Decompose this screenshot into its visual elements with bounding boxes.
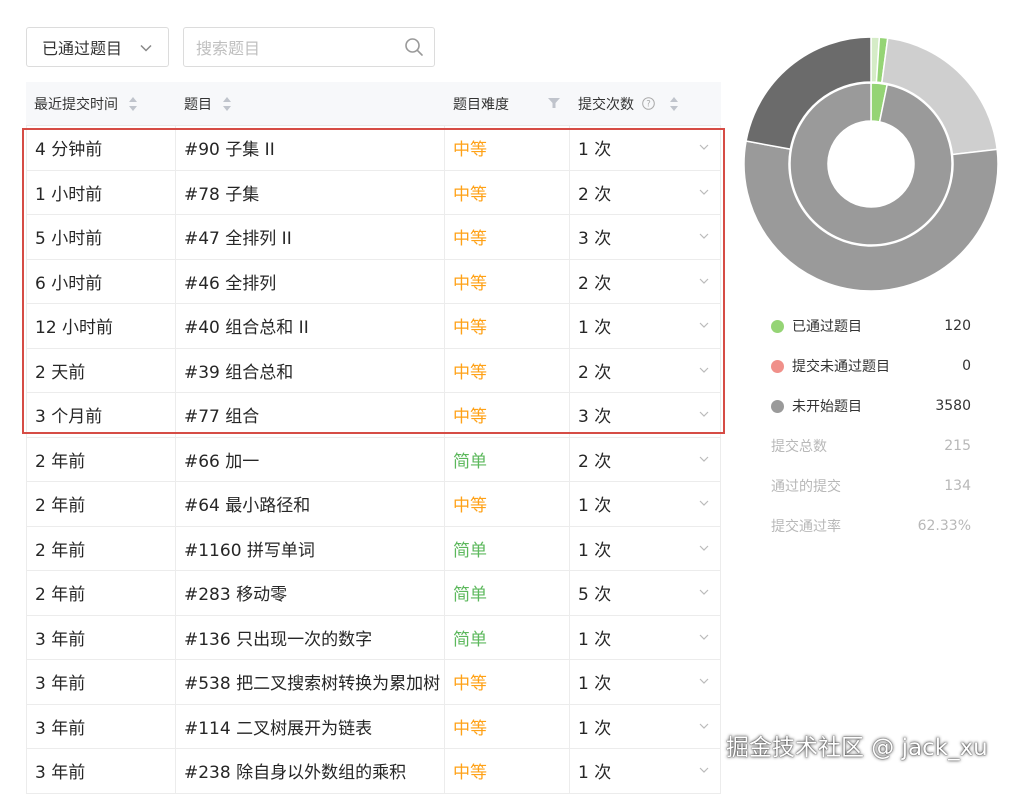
- search-input[interactable]: [194, 28, 398, 68]
- table-row[interactable]: 3 年前 #136 只出现一次的数字 简单 1 次: [26, 615, 721, 660]
- watermark: 掘金技术社区 @ jack_xu: [726, 735, 988, 761]
- cell-time: 2 年前: [26, 437, 176, 481]
- cell-difficulty: 简单: [445, 615, 570, 659]
- sort-icon[interactable]: [669, 96, 679, 112]
- legend-item: 未开始题目 3580: [771, 386, 971, 426]
- stats-panel: 已通过题目 120 提交未通过题目 0 未开始题目 3580 提交总数 215 通过的提交 13…: [771, 306, 971, 546]
- chevron-down-icon[interactable]: [699, 633, 709, 641]
- table-row[interactable]: 3 年前 #114 二叉树展开为链表 中等 1 次: [26, 704, 721, 749]
- legend-label: 未开始题目: [792, 399, 862, 415]
- chevron-down-icon[interactable]: [699, 588, 709, 596]
- help-icon[interactable]: ?: [642, 97, 655, 110]
- table-row[interactable]: 2 年前 #1160 拼写单词 简单 1 次: [26, 526, 721, 571]
- header-time-label: 最近提交时间: [34, 96, 118, 113]
- stat-item: 通过的提交 134: [771, 466, 971, 506]
- chevron-down-icon[interactable]: [699, 499, 709, 507]
- table-row[interactable]: 3 年前 #538 把二叉搜索树转换为累加树 中等 1 次: [26, 660, 721, 705]
- cell-time: 3 年前: [26, 660, 176, 704]
- filter-icon[interactable]: [548, 97, 560, 109]
- cell-title[interactable]: #538 把二叉搜索树转换为累加树: [176, 660, 445, 704]
- cell-title[interactable]: #114 二叉树展开为链表: [176, 704, 445, 748]
- cell-difficulty: 简单: [445, 571, 570, 615]
- search-box[interactable]: [183, 27, 435, 68]
- cell-title[interactable]: #136 只出现一次的数字: [176, 615, 445, 659]
- highlight-annotation: [22, 128, 725, 434]
- cell-title[interactable]: #1160 拼写单词: [176, 526, 445, 570]
- sort-icon[interactable]: [222, 96, 232, 112]
- legend-swatch: [771, 359, 784, 373]
- cell-difficulty: 中等: [445, 660, 570, 704]
- chevron-down-icon[interactable]: [699, 722, 709, 730]
- cell-time: 2 年前: [26, 526, 176, 570]
- table-row[interactable]: 2 年前 #64 最小路径和 中等 1 次: [26, 482, 721, 527]
- legend-label: 已通过题目: [792, 319, 862, 335]
- legend: 已通过题目 120 提交未通过题目 0 未开始题目 3580: [771, 306, 971, 426]
- header-submissions-label: 提交次数: [578, 96, 634, 113]
- cell-difficulty: 中等: [445, 749, 570, 793]
- stat-item: 提交总数 215: [771, 426, 971, 466]
- stat-value: 134: [944, 478, 971, 494]
- legend-value: 3580: [935, 398, 971, 414]
- totals: 提交总数 215 通过的提交 134 提交通过率 62.33%: [771, 426, 971, 546]
- chevron-down-icon: [140, 44, 152, 52]
- cell-title[interactable]: #283 移动零: [176, 571, 445, 615]
- legend-swatch: [771, 319, 784, 333]
- cell-time: 3 年前: [26, 615, 176, 659]
- cell-difficulty: 中等: [445, 482, 570, 526]
- progress-donut-chart: [743, 36, 999, 292]
- table-row[interactable]: 3 年前 #238 除自身以外数组的乘积 中等 1 次: [26, 749, 721, 794]
- cell-time: 2 年前: [26, 571, 176, 615]
- chevron-down-icon[interactable]: [699, 544, 709, 552]
- stat-label: 提交总数: [771, 439, 827, 455]
- cell-difficulty: 简单: [445, 526, 570, 570]
- stat-value: 215: [944, 438, 971, 454]
- legend-item: 提交未通过题目 0: [771, 346, 971, 386]
- stat-value: 62.33%: [917, 518, 971, 534]
- table-row[interactable]: 2 年前 #66 加一 简单 2 次: [26, 437, 721, 482]
- header-difficulty[interactable]: 题目难度: [445, 82, 570, 125]
- table-header: 最近提交时间 题目 题目难度 提交次数 ?: [26, 82, 721, 126]
- stat-item: 提交通过率 62.33%: [771, 506, 971, 546]
- header-time[interactable]: 最近提交时间: [26, 82, 176, 125]
- status-filter-select[interactable]: 已通过题目: [26, 27, 169, 67]
- header-title-label: 题目: [184, 96, 212, 113]
- cell-title[interactable]: #64 最小路径和: [176, 482, 445, 526]
- chevron-down-icon[interactable]: [699, 455, 709, 463]
- cell-difficulty: 简单: [445, 437, 570, 481]
- legend-value: 0: [962, 358, 971, 374]
- header-title[interactable]: 题目: [176, 82, 445, 125]
- header-submissions[interactable]: 提交次数 ?: [570, 82, 721, 125]
- inner-ring-segment: [789, 82, 953, 246]
- svg-text:?: ?: [646, 100, 651, 110]
- search-icon[interactable]: [404, 37, 424, 57]
- legend-swatch: [771, 399, 784, 413]
- stat-label: 提交通过率: [771, 519, 841, 535]
- legend-item: 已通过题目 120: [771, 306, 971, 346]
- sort-icon[interactable]: [128, 96, 138, 112]
- cell-time: 3 年前: [26, 749, 176, 793]
- table-row[interactable]: 2 年前 #283 移动零 简单 5 次: [26, 571, 721, 616]
- cell-time: 2 年前: [26, 482, 176, 526]
- legend-value: 120: [944, 318, 971, 334]
- cell-time: 3 年前: [26, 704, 176, 748]
- status-filter-value: 已通过题目: [42, 39, 123, 58]
- cell-title[interactable]: #238 除自身以外数组的乘积: [176, 749, 445, 793]
- chevron-down-icon[interactable]: [699, 677, 709, 685]
- header-difficulty-label: 题目难度: [453, 96, 509, 113]
- stat-label: 通过的提交: [771, 479, 841, 495]
- cell-title[interactable]: #66 加一: [176, 437, 445, 481]
- legend-label: 提交未通过题目: [792, 359, 890, 375]
- cell-difficulty: 中等: [445, 704, 570, 748]
- chevron-down-icon[interactable]: [699, 766, 709, 774]
